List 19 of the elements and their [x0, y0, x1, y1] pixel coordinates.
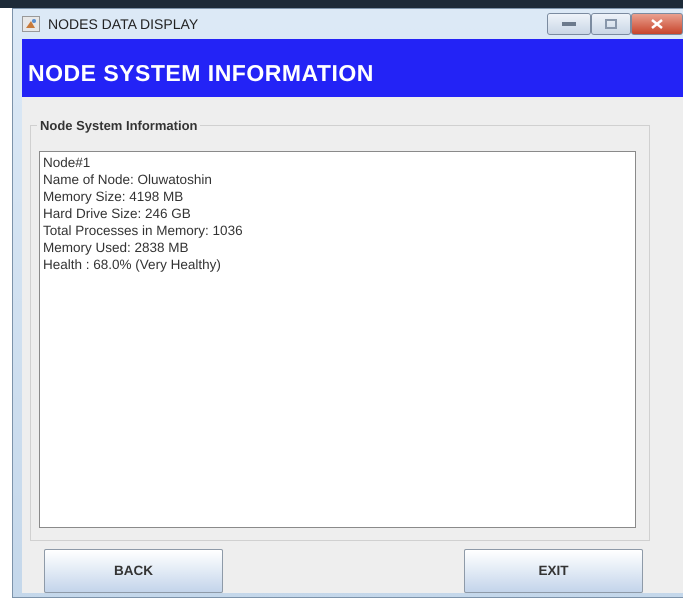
action-button[interactable]: BACK — [44, 549, 223, 593]
minimize-icon — [562, 22, 576, 26]
text-line: Memory Size: 4198 MB — [43, 188, 184, 205]
text-area[interactable]: Node#1 Name of Node: Oluwatoshin Memory Size: 4198 MB Hard Drive Size: 246 GB Total Processes in Memory: 1036 Memory Used: 2838 MB Health : 68.0% (Very Healthy) — [39, 151, 636, 528]
maximize-button[interactable] — [591, 13, 631, 35]
action-button[interactable]: EXIT — [464, 549, 643, 593]
text-line: Node#1 — [43, 154, 92, 171]
header-title: NODE SYSTEM INFORMATION — [28, 58, 374, 88]
text-line: Health : 68.0% (Very Healthy) — [43, 256, 222, 273]
text-line: Total Processes in Memory: 1036 — [43, 222, 244, 239]
text-line: Hard Drive Size: 246 GB — [43, 205, 192, 222]
window-title: NODES DATA DISPLAY — [48, 14, 198, 34]
text-line: Name of Node: Oluwatoshin — [43, 171, 213, 188]
minimize-button[interactable] — [547, 13, 591, 35]
close-icon — [651, 19, 663, 29]
app-icon — [22, 16, 40, 32]
maximize-icon — [605, 19, 617, 29]
close-button[interactable] — [631, 13, 683, 35]
text-line: Memory Used: 2838 MB — [43, 239, 190, 256]
